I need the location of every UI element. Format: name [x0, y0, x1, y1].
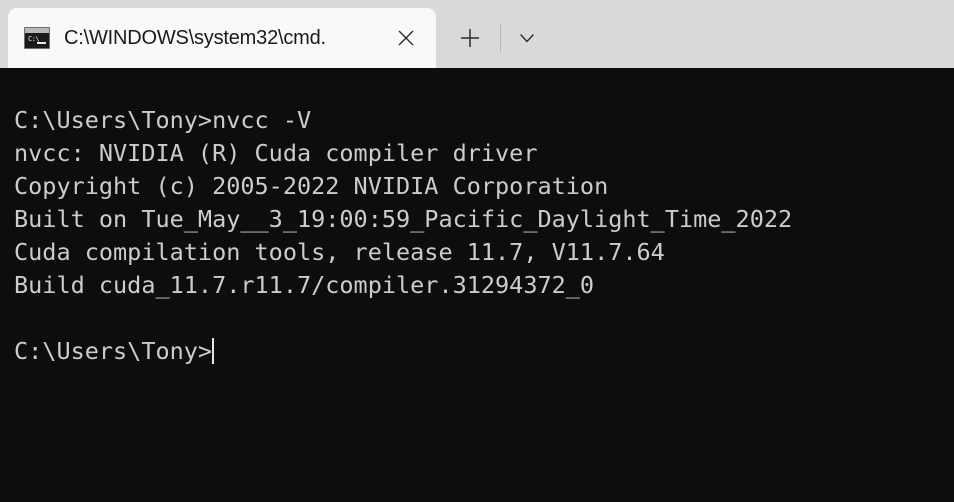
console-line: C:\Users\Tony>nvcc -V: [14, 106, 312, 134]
tab-cmd[interactable]: C:\ C:\WINDOWS\system32\cmd.: [8, 8, 436, 68]
close-icon[interactable]: [384, 16, 428, 60]
new-tab-button[interactable]: [442, 10, 498, 66]
toolbar-separator: [500, 24, 501, 52]
plus-icon: [461, 29, 479, 47]
cmd-icon-cursor: [37, 42, 46, 44]
tab-strip: C:\ C:\WINDOWS\system32\cmd.: [0, 0, 551, 68]
terminal-window: C:\ C:\WINDOWS\system32\cmd. C:\Users\To…: [0, 0, 954, 502]
console-line: Cuda compilation tools, release 11.7, V1…: [14, 238, 665, 266]
text-cursor: [212, 338, 215, 364]
cmd-console-icon: C:\: [24, 27, 50, 49]
console-line: Built on Tue_May__3_19:00:59_Pacific_Day…: [14, 205, 793, 233]
console-prompt-line: C:\Users\Tony>: [14, 335, 954, 368]
console-line: Copyright (c) 2005-2022 NVIDIA Corporati…: [14, 172, 609, 200]
title-bar: C:\ C:\WINDOWS\system32\cmd.: [0, 0, 954, 68]
chevron-down-icon: [520, 34, 534, 43]
console-prompt: C:\Users\Tony>: [14, 337, 213, 365]
console-output-area[interactable]: C:\Users\Tony>nvcc -V nvcc: NVIDIA (R) C…: [0, 68, 954, 502]
tab-dropdown-button[interactable]: [503, 10, 551, 66]
console-line: nvcc: NVIDIA (R) Cuda compiler driver: [14, 139, 538, 167]
tab-title: C:\WINDOWS\system32\cmd.: [64, 26, 326, 49]
cmd-icon-titlebar: [25, 28, 49, 33]
console-line: Build cuda_11.7.r11.7/compiler.31294372_…: [14, 271, 595, 299]
